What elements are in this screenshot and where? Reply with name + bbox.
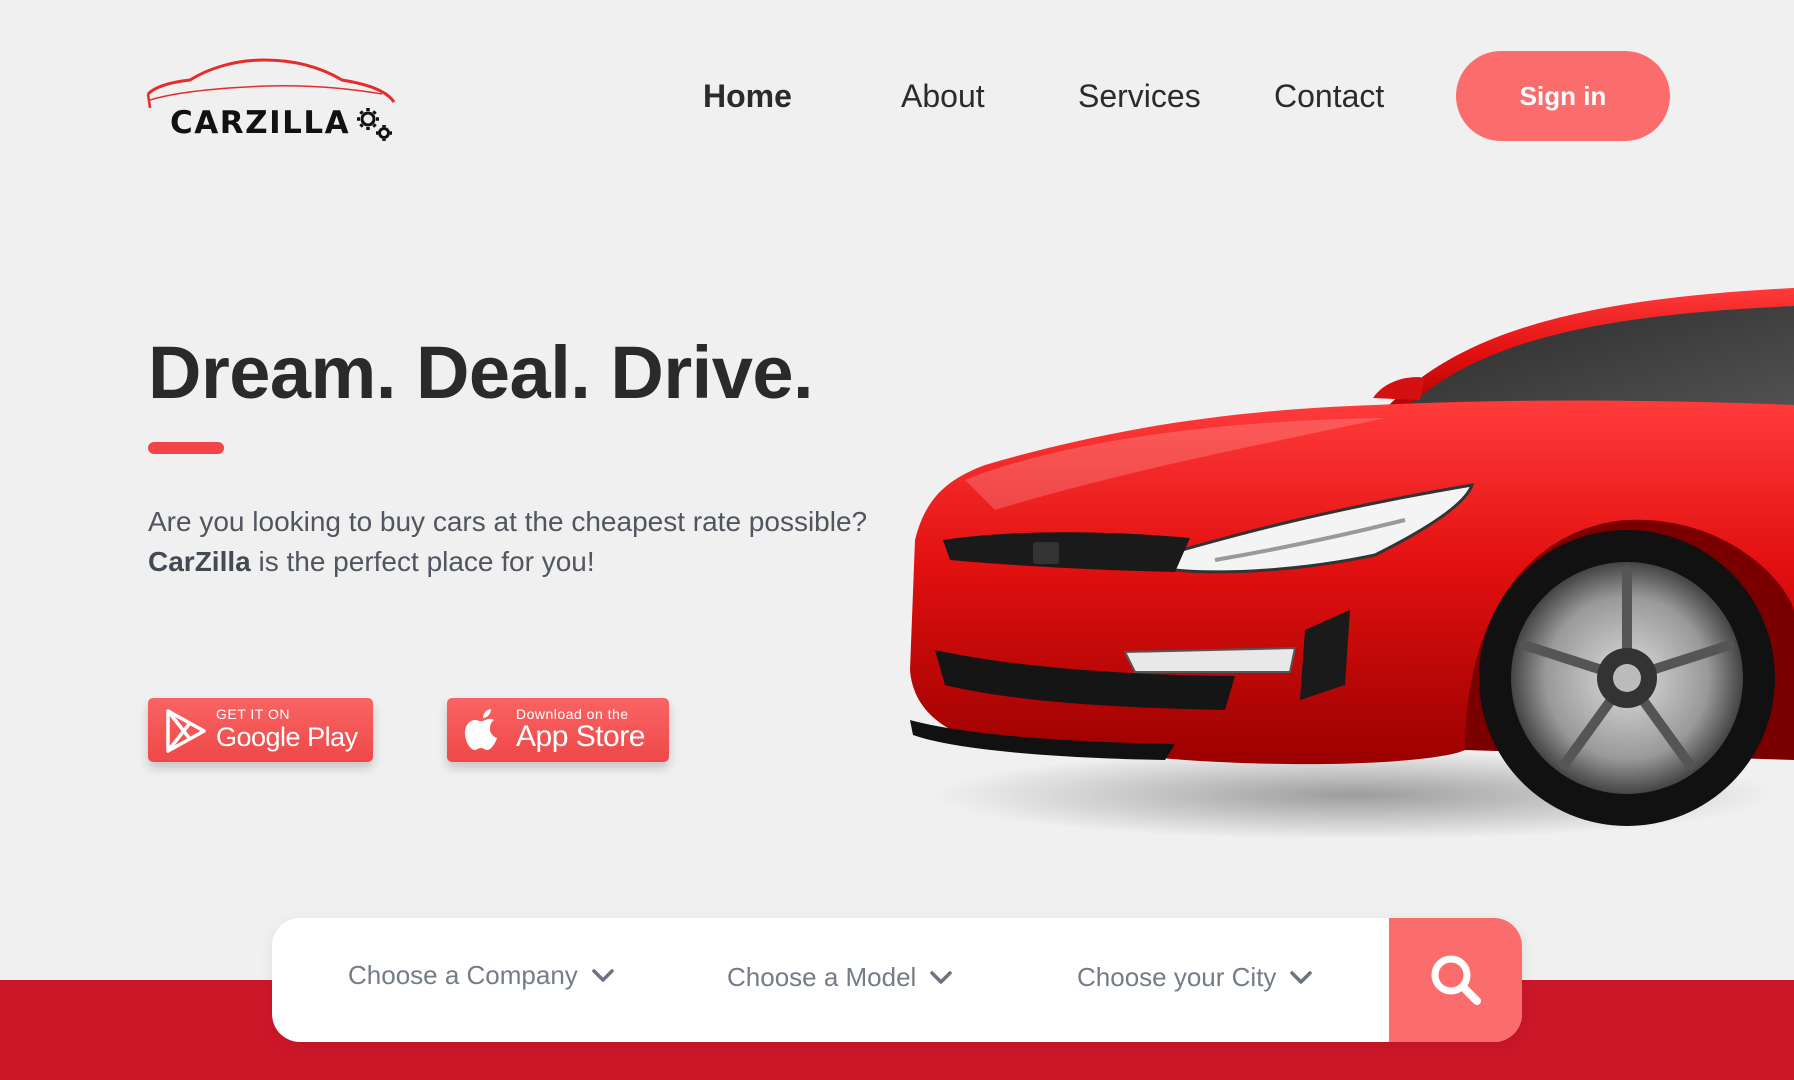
- gears-icon: [357, 108, 392, 141]
- model-select[interactable]: Choose a Model: [727, 962, 953, 993]
- chevron-down-icon: [1290, 970, 1313, 984]
- search-icon: [1431, 955, 1481, 1005]
- city-select[interactable]: Choose your City: [1077, 962, 1313, 993]
- nav-about[interactable]: About: [901, 78, 985, 115]
- title-underline: [148, 442, 224, 454]
- search-button[interactable]: [1389, 918, 1522, 1042]
- hero-brand-name: CarZilla: [148, 546, 251, 577]
- brand-logo[interactable]: CARZILLA: [146, 56, 406, 146]
- chevron-down-icon: [930, 970, 953, 984]
- app-store-big-text: App Store: [516, 720, 645, 753]
- google-play-icon: [166, 709, 206, 753]
- google-play-small-text: GET IT ON: [216, 706, 290, 722]
- google-play-big-text: Google Play: [216, 722, 358, 752]
- sign-in-button[interactable]: Sign in: [1456, 51, 1670, 141]
- company-select-label: Choose a Company: [348, 960, 578, 990]
- google-play-button[interactable]: GET IT ON Google Play: [148, 698, 373, 762]
- logo-wordmark: CARZILLA: [170, 105, 351, 141]
- nav-services[interactable]: Services: [1078, 78, 1201, 115]
- city-select-label: Choose your City: [1077, 962, 1277, 992]
- hero-title: Dream. Deal. Drive.: [148, 331, 814, 414]
- chevron-down-icon: [592, 968, 614, 982]
- apple-icon: [465, 709, 497, 750]
- hero-description: Are you looking to buy cars at the cheap…: [148, 502, 867, 582]
- hero-description-line1: Are you looking to buy cars at the cheap…: [148, 506, 868, 537]
- nav-home[interactable]: Home: [703, 78, 792, 115]
- car-search-bar: Choose a Company Choose a Model Choose y…: [272, 918, 1522, 1042]
- nav-contact[interactable]: Contact: [1274, 78, 1384, 115]
- company-select[interactable]: Choose a Company: [348, 960, 614, 991]
- app-store-button[interactable]: Download on the App Store: [447, 698, 669, 762]
- red-sports-car-image: [910, 288, 1794, 840]
- model-select-label: Choose a Model: [727, 962, 917, 992]
- hero-description-line2: is the perfect place for you!: [250, 546, 595, 577]
